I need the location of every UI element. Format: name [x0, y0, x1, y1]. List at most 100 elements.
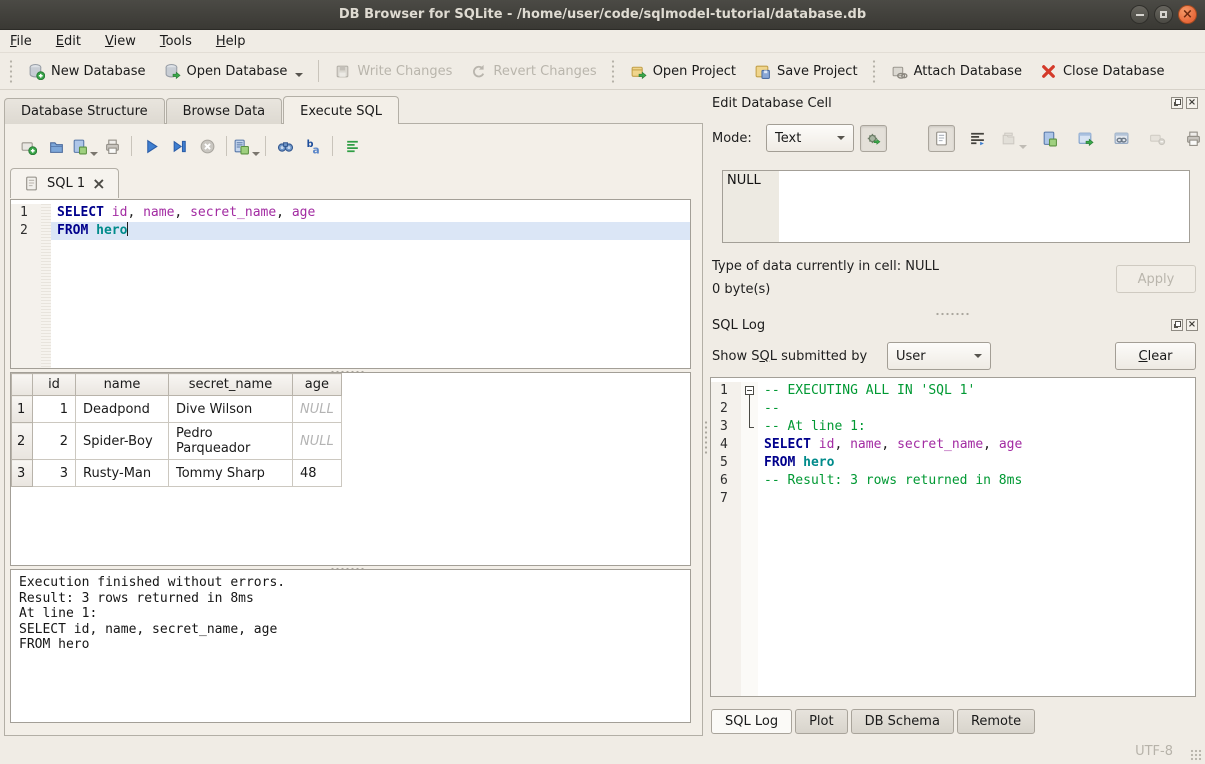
save-sql-file-button[interactable] — [70, 133, 98, 159]
attach-database-button[interactable]: Attach Database — [882, 58, 1031, 85]
float-dock-icon[interactable] — [1171, 97, 1183, 109]
close-sql-tab-icon[interactable]: × — [92, 176, 105, 192]
text-view-button[interactable] — [928, 125, 955, 152]
table-cell[interactable]: Deadpond — [76, 396, 169, 423]
open-project-icon — [630, 63, 647, 80]
word-wrap-button[interactable] — [964, 125, 991, 152]
toolbar-separator — [332, 136, 333, 156]
row-header[interactable]: 3 — [12, 460, 33, 487]
toolbar-button-label: Revert Changes — [493, 64, 596, 79]
execute-line-button[interactable] — [165, 133, 193, 159]
column-header-age[interactable]: age — [293, 374, 342, 396]
save-results-button[interactable] — [232, 133, 260, 159]
tab-browse-data[interactable]: Browse Data — [166, 98, 283, 124]
cell-value-editor[interactable]: NULL — [722, 170, 1190, 243]
chevron-down-icon[interactable] — [252, 152, 260, 156]
sql-editor[interactable]: 1SELECT id, name, secret_name, age2FROM … — [10, 199, 691, 369]
table-cell[interactable]: Pedro Parqueador — [169, 423, 293, 460]
close-dock-icon[interactable]: × — [1186, 97, 1198, 109]
text-cursor — [127, 222, 128, 236]
line-number: 6 — [711, 472, 741, 490]
table-cell[interactable]: 3 — [33, 460, 76, 487]
editor-margin — [41, 222, 51, 240]
open-database-button[interactable]: Open Database — [155, 58, 313, 85]
clear-log-button[interactable]: Clear — [1115, 342, 1196, 370]
cell-mode-select[interactable]: Text — [766, 124, 854, 152]
bottom-tab-plot[interactable]: Plot — [795, 709, 848, 734]
row-header[interactable]: 2 — [12, 423, 33, 460]
chevron-down-icon[interactable] — [295, 73, 303, 77]
open-sql-file-button[interactable] — [42, 133, 70, 159]
new-database-button[interactable]: New Database — [19, 58, 155, 85]
sql-log-filter-select[interactable]: User — [887, 342, 991, 370]
bottom-tab-db-schema[interactable]: DB Schema — [851, 709, 954, 734]
export-cell-button[interactable] — [1036, 125, 1063, 152]
save-project-button[interactable]: Save Project — [745, 58, 867, 85]
column-header-secret_name[interactable]: secret_name — [169, 374, 293, 396]
toolbar-drag-handle[interactable] — [872, 59, 877, 83]
table-cell[interactable]: 48 — [293, 460, 342, 487]
sql-editor-tab[interactable]: SQL 1 × — [10, 168, 119, 198]
stop-button[interactable] — [193, 133, 221, 159]
print-cell-button[interactable] — [1180, 125, 1205, 152]
open-url-button[interactable] — [1108, 125, 1135, 152]
table-cell[interactable]: Rusty-Man — [76, 460, 169, 487]
format-sql-button[interactable] — [338, 133, 366, 159]
close-database-button[interactable]: Close Database — [1031, 58, 1174, 85]
chevron-down-icon[interactable] — [1019, 145, 1027, 149]
chevron-down-icon[interactable] — [90, 152, 98, 156]
tab-execute-sql[interactable]: Execute SQL — [283, 96, 399, 124]
auto-completion-button[interactable]: ba — [299, 133, 327, 159]
float-dock-icon[interactable] — [1171, 319, 1183, 331]
new-sql-tab-button[interactable] — [14, 133, 42, 159]
code-line: 1SELECT id, name, secret_name, age — [11, 204, 690, 222]
menu-view[interactable]: View — [105, 34, 136, 49]
menu-edit[interactable]: Edit — [56, 34, 81, 49]
minimize-button[interactable] — [1130, 5, 1149, 24]
table-cell[interactable]: 1 — [33, 396, 76, 423]
tab-database-structure[interactable]: Database Structure — [4, 98, 165, 124]
apply-cell-button[interactable] — [1072, 125, 1099, 152]
table-cell[interactable]: NULL — [293, 396, 342, 423]
row-header[interactable]: 1 — [12, 396, 33, 423]
toolbar-drag-handle[interactable] — [9, 59, 14, 83]
panel-splitter-handle[interactable] — [704, 420, 708, 454]
db-open-icon — [164, 63, 181, 80]
set-null-button[interactable] — [1144, 125, 1171, 152]
revert-changes-button[interactable]: Revert Changes — [461, 58, 605, 85]
editor-margin — [41, 204, 51, 222]
menu-help[interactable]: Help — [216, 34, 246, 49]
auto-apply-icon[interactable] — [860, 125, 887, 152]
find-button[interactable] — [271, 133, 299, 159]
fold-margin[interactable] — [741, 382, 758, 400]
table-cell[interactable]: NULL — [293, 423, 342, 460]
edit-cell-toolbar — [928, 125, 1205, 152]
menu-tools[interactable]: Tools — [160, 34, 192, 49]
open-project-button[interactable]: Open Project — [621, 58, 745, 85]
column-header-name[interactable]: name — [76, 374, 169, 396]
apply-button[interactable]: Apply — [1116, 265, 1196, 293]
table-cell[interactable]: Dive Wilson — [169, 396, 293, 423]
close-button[interactable]: × — [1178, 5, 1197, 24]
encoding-indicator[interactable]: UTF-8 — [1135, 744, 1173, 759]
execute-all-button[interactable] — [137, 133, 165, 159]
import-cell-button[interactable] — [1000, 125, 1027, 152]
print-button[interactable] — [98, 133, 126, 159]
table-cell[interactable]: Spider-Boy — [76, 423, 169, 460]
column-header-id[interactable]: id — [33, 374, 76, 396]
write-changes-button[interactable]: Write Changes — [325, 58, 461, 85]
table-row: 22Spider-BoyPedro ParqueadorNULL — [12, 423, 342, 460]
code-text: SELECT id, name, secret_name, age — [51, 204, 690, 222]
code-text: -- EXECUTING ALL IN 'SQL 1' — [758, 382, 1195, 400]
sql-log-view[interactable]: 1-- EXECUTING ALL IN 'SQL 1'2--3-- At li… — [710, 377, 1196, 697]
toolbar-drag-handle[interactable] — [611, 59, 616, 83]
table-cell[interactable]: 2 — [33, 423, 76, 460]
table-cell[interactable]: Tommy Sharp — [169, 460, 293, 487]
resize-grip[interactable] — [1190, 749, 1203, 762]
maximize-button[interactable] — [1154, 5, 1173, 24]
bottom-tab-remote[interactable]: Remote — [957, 709, 1035, 734]
close-dock-icon[interactable]: × — [1186, 319, 1198, 331]
menu-file[interactable]: File — [10, 34, 32, 49]
bottom-tab-sql-log[interactable]: SQL Log — [711, 709, 792, 734]
fold-collapse-icon[interactable] — [745, 386, 754, 395]
